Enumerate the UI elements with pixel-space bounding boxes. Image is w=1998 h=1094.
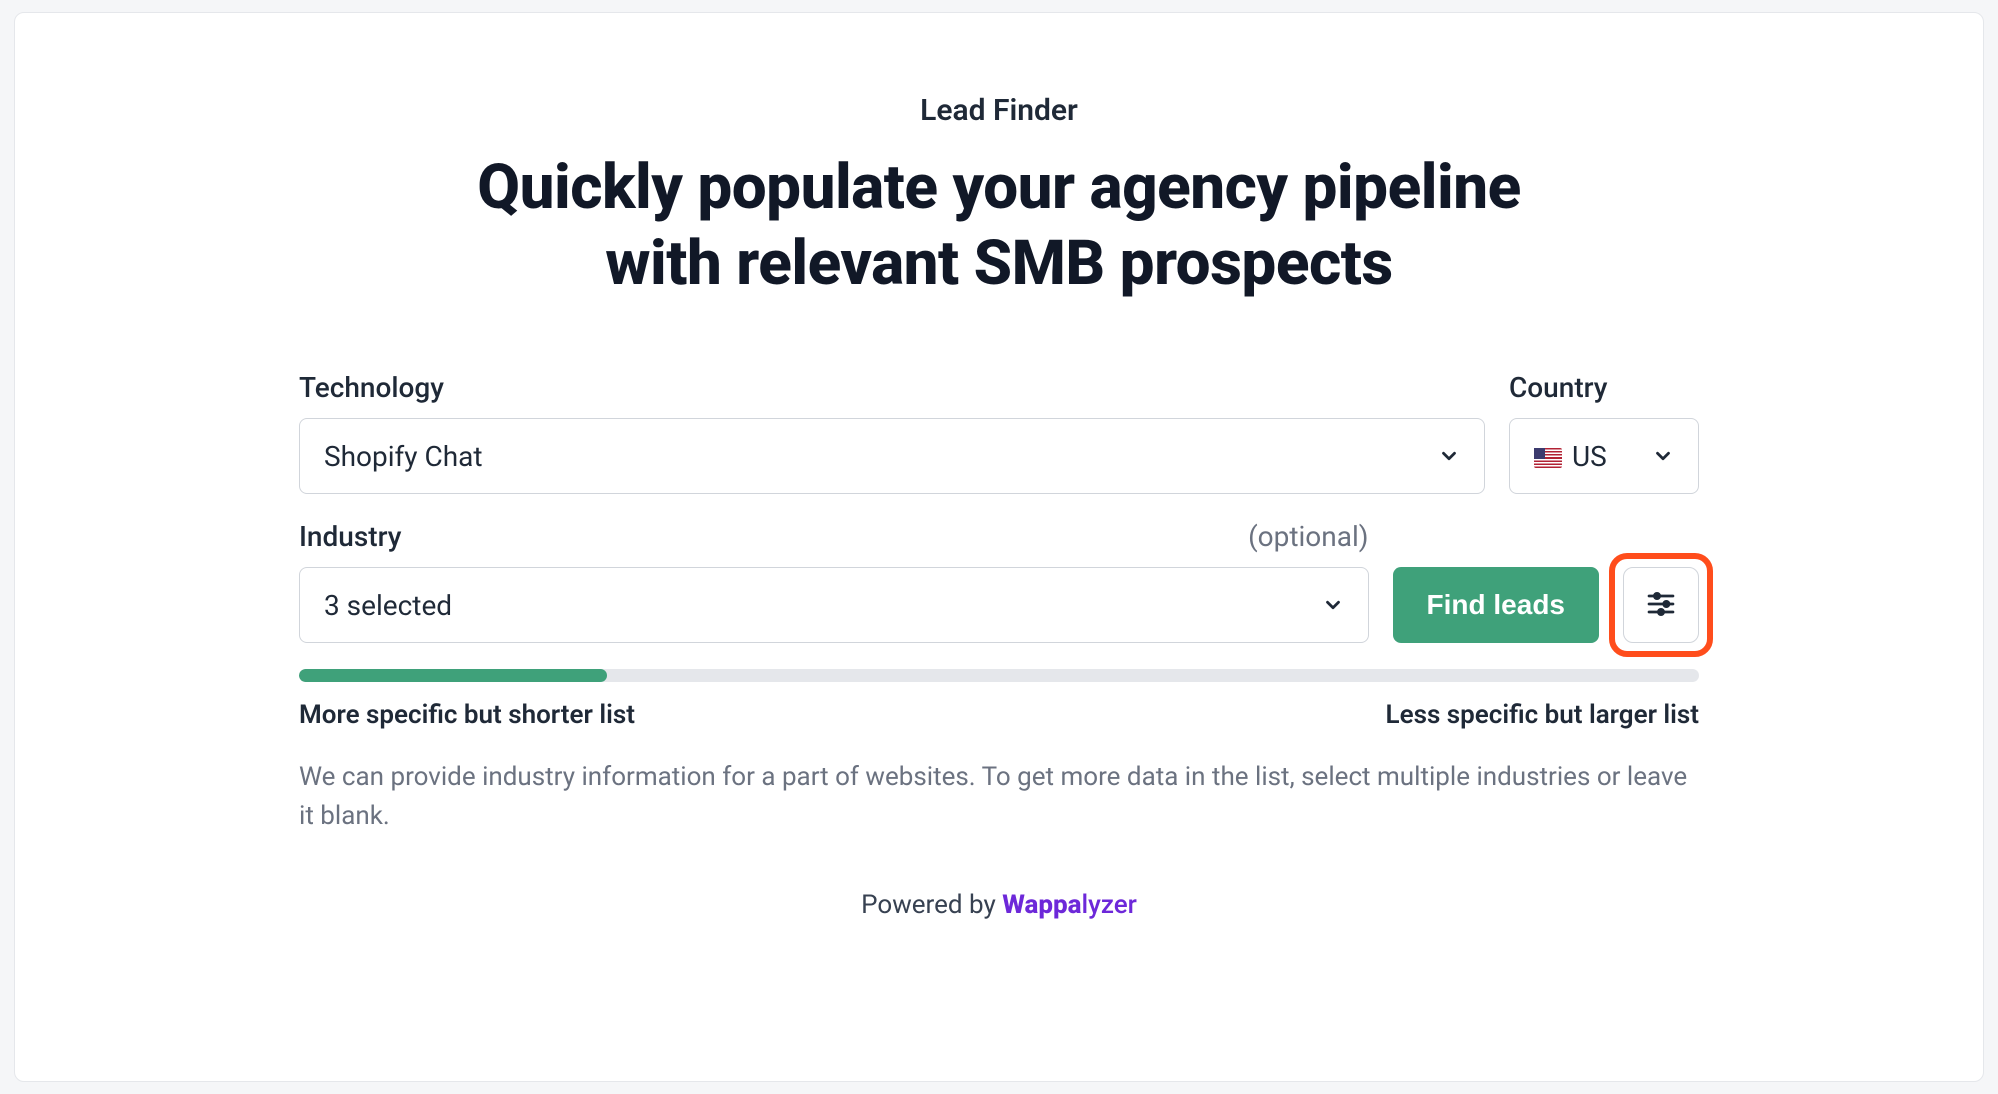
- technology-value: Shopify Chat: [324, 440, 483, 473]
- industry-select[interactable]: 3 selected: [299, 567, 1369, 643]
- industry-value: 3 selected: [324, 589, 452, 622]
- country-value: US: [1572, 440, 1607, 473]
- powered-prefix: Powered by: [861, 890, 1002, 920]
- chevron-down-icon: [1438, 445, 1460, 467]
- powered-by: Powered by Wappalyzer: [299, 890, 1699, 920]
- slider-right-label: Less specific but larger list: [1386, 700, 1699, 730]
- filters-button[interactable]: [1623, 567, 1699, 643]
- industry-optional: (optional): [1248, 520, 1368, 553]
- brand-rest: lyzer: [1081, 890, 1136, 920]
- page-title: Quickly populate your agency pipeline wi…: [299, 150, 1699, 301]
- slider-labels: More specific but shorter list Less spec…: [299, 700, 1699, 730]
- industry-label: Industry: [299, 520, 401, 553]
- country-value-wrap: US: [1534, 440, 1607, 473]
- us-flag-icon: [1534, 448, 1562, 468]
- industry-field: Industry (optional) 3 selected: [299, 520, 1369, 643]
- title-line-2: with relevant SMB prospects: [605, 227, 1392, 300]
- find-leads-button[interactable]: Find leads: [1393, 567, 1599, 643]
- supertitle: Lead Finder: [299, 93, 1699, 128]
- specificity-slider[interactable]: [299, 669, 1699, 682]
- country-label: Country: [1509, 371, 1608, 404]
- technology-field: Technology Shopify Chat: [299, 371, 1485, 494]
- technology-select[interactable]: Shopify Chat: [299, 418, 1485, 494]
- specificity-fill: [299, 669, 607, 682]
- chevron-down-icon: [1322, 594, 1344, 616]
- find-leads-label: Find leads: [1427, 589, 1565, 621]
- country-select[interactable]: US: [1509, 418, 1699, 494]
- country-field: Country US: [1509, 371, 1699, 494]
- title-line-1: Quickly populate your agency pipeline: [477, 151, 1520, 224]
- technology-label: Technology: [299, 371, 444, 404]
- lead-form: Technology Shopify Chat Country: [299, 371, 1699, 920]
- chevron-down-icon: [1652, 445, 1674, 467]
- lead-finder-card: Lead Finder Quickly populate your agency…: [14, 12, 1984, 1082]
- filters-highlight: [1609, 553, 1713, 657]
- sliders-icon: [1645, 588, 1677, 623]
- helper-text: We can provide industry information for …: [299, 758, 1699, 836]
- brand-bold: Wappa: [1002, 890, 1081, 920]
- slider-left-label: More specific but shorter list: [299, 700, 635, 730]
